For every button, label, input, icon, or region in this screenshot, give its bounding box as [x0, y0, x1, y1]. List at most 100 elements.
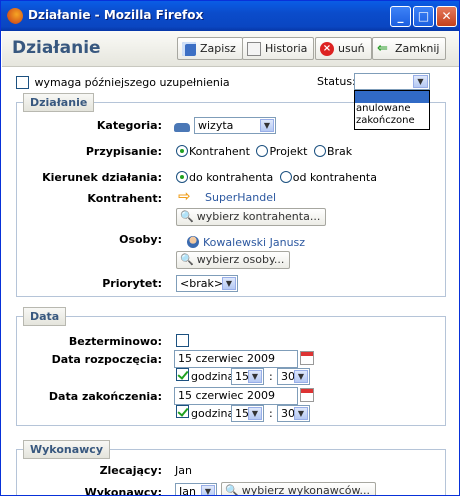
- osoby-link[interactable]: Kowalewski Janusz: [203, 236, 305, 249]
- arrow-right-icon: ⇨: [178, 187, 191, 205]
- wykonawcy-select[interactable]: Jan ▼: [175, 483, 217, 496]
- title-bar: Działanie - Mozilla Firefox _ □ ✕: [1, 1, 459, 31]
- window-title: Działanie - Mozilla Firefox: [28, 8, 204, 22]
- przypisanie-radio-brak[interactable]: [313, 145, 326, 157]
- person-icon: [187, 236, 199, 248]
- firefox-icon: [7, 8, 23, 24]
- section-dzialanie-legend: Działanie: [23, 93, 95, 112]
- wykonawcy-label: Wykonawcy:: [84, 486, 162, 496]
- end-godzina-checkbox[interactable]: [176, 405, 189, 418]
- requires-completion-label: wymaga późniejszego uzupełnienia: [34, 75, 230, 89]
- save-icon: [182, 41, 196, 56]
- chevron-down-icon[interactable]: ▼: [222, 277, 236, 290]
- status-option-cancelled[interactable]: anulowane: [355, 103, 429, 115]
- history-button-label: Historia: [265, 42, 308, 55]
- browser-window: Działanie - Mozilla Firefox _ □ ✕ Działa…: [0, 0, 460, 496]
- przypisanie-option-label: Projekt: [269, 144, 308, 158]
- chevron-down-icon[interactable]: ▼: [201, 485, 215, 495]
- chevron-down-icon[interactable]: ▼: [248, 370, 262, 383]
- zlecajacy-label: Zlecający:: [99, 464, 162, 477]
- kierunek-radio-do[interactable]: [176, 171, 188, 183]
- start-minute-value: 30: [281, 370, 295, 383]
- choose-kontrahent-label: wybierz kontrahenta...: [196, 210, 321, 223]
- delete-icon: ×: [320, 41, 334, 56]
- car-icon: [174, 123, 190, 132]
- search-icon: 🔍: [225, 484, 239, 496]
- status-dropdown-list: anulowane zakończone: [354, 90, 430, 130]
- search-icon: 🔍: [180, 210, 194, 223]
- start-godzina-checkbox[interactable]: [176, 368, 189, 381]
- end-hour-select[interactable]: 15 ▼: [231, 405, 264, 422]
- calendar-icon[interactable]: [300, 388, 314, 402]
- przypisanie-radio-kontrahent[interactable]: [176, 145, 188, 157]
- delete-button[interactable]: × usuń: [315, 37, 372, 60]
- kierunek-option-label: do kontrahenta: [189, 170, 274, 184]
- end-hour-value: 15: [235, 407, 249, 420]
- requires-completion-checkbox[interactable]: [16, 75, 29, 89]
- chevron-down-icon[interactable]: ▼: [294, 407, 308, 420]
- przypisanie-radio-group: Kontrahent Projekt Brak: [176, 144, 355, 158]
- priorytet-value: <brak>: [180, 277, 224, 290]
- requires-completion-row: wymaga późniejszego uzupełnienia: [16, 75, 230, 89]
- section-dzialanie: Działanie Kategoria: wizyta ▼ Przypisani…: [16, 93, 446, 297]
- kontrahent-label: Kontrahent:: [87, 192, 162, 205]
- end-minute-select[interactable]: 30 ▼: [277, 405, 310, 422]
- choose-osoby-label: wybierz osoby...: [196, 253, 285, 266]
- save-button-label: Zapisz: [200, 42, 236, 55]
- bezterminowo-label: Bezterminowo:: [68, 335, 162, 348]
- kategoria-value: wizyta: [198, 119, 234, 132]
- przypisanie-radio-projekt[interactable]: [256, 145, 269, 157]
- end-minute-value: 30: [281, 407, 295, 420]
- kategoria-label: Kategoria:: [96, 119, 162, 132]
- przypisanie-option-label: Brak: [326, 144, 353, 158]
- calendar-icon[interactable]: [300, 351, 314, 365]
- close-window-button[interactable]: ✕: [436, 6, 457, 27]
- kierunek-label: Kierunek działania:: [42, 171, 162, 184]
- kierunek-radio-od[interactable]: [279, 171, 292, 183]
- close-button[interactable]: ⇐ Zamknij: [372, 37, 447, 60]
- start-hour-value: 15: [235, 370, 249, 383]
- chevron-down-icon[interactable]: ▼: [294, 370, 308, 383]
- status-option-blank[interactable]: [355, 91, 429, 103]
- maximize-button[interactable]: □: [413, 6, 434, 27]
- section-wykonawcy: Wykonawcy Zlecający: Jan Wykonawcy: Jan …: [16, 440, 446, 496]
- time-separator: :: [269, 370, 273, 383]
- delete-button-label: usuń: [338, 42, 365, 55]
- choose-kontrahent-button[interactable]: 🔍 wybierz kontrahenta...: [176, 208, 327, 226]
- chevron-down-icon[interactable]: ▼: [248, 407, 262, 420]
- kategoria-select[interactable]: wizyta ▼: [194, 117, 276, 134]
- section-data: Data Bezterminowo: Data rozpoczęcia: 15 …: [16, 307, 446, 426]
- choose-wykonawcy-button[interactable]: 🔍 wybierz wykonawców...: [221, 482, 376, 496]
- close-button-label: Zamknij: [395, 42, 440, 55]
- zlecajacy-value: Jan: [175, 464, 192, 477]
- history-button[interactable]: Historia: [242, 37, 315, 60]
- history-icon: [247, 41, 261, 56]
- start-date-label: Data rozpoczęcia:: [51, 353, 162, 366]
- page-title: Działanie: [12, 38, 101, 58]
- chevron-down-icon[interactable]: ▼: [260, 119, 274, 132]
- save-button[interactable]: Zapisz: [177, 37, 243, 60]
- minimize-button[interactable]: _: [390, 6, 411, 27]
- przypisanie-label: Przypisanie:: [85, 145, 162, 158]
- osoby-label: Osoby:: [119, 233, 162, 246]
- kierunek-radio-group: do kontrahenta od kontrahenta: [176, 170, 380, 184]
- section-wykonawcy-legend: Wykonawcy: [23, 440, 110, 459]
- choose-wykonawcy-label: wybierz wykonawców...: [241, 484, 370, 496]
- start-minute-select[interactable]: 30 ▼: [277, 368, 310, 385]
- kontrahent-link[interactable]: SuperHandel: [205, 191, 276, 204]
- kierunek-option-label: od kontrahenta: [292, 170, 377, 184]
- start-hour-select[interactable]: 15 ▼: [231, 368, 264, 385]
- status-select[interactable]: ▼: [354, 73, 430, 90]
- priorytet-select[interactable]: <brak> ▼: [176, 275, 238, 292]
- end-date-input[interactable]: 15 czerwiec 2009: [174, 387, 298, 405]
- chevron-down-icon[interactable]: ▼: [413, 75, 428, 88]
- end-godzina-label: godzina: [191, 407, 235, 420]
- status-option-completed[interactable]: zakończone: [355, 115, 429, 127]
- wykonawcy-value: Jan: [179, 485, 196, 496]
- bezterminowo-checkbox[interactable]: [176, 334, 189, 347]
- page-header: Działanie Zapisz Historia × usuń ⇐ Zamkn…: [2, 31, 459, 67]
- form-content: wymaga późniejszego uzupełnienia Status:…: [2, 68, 459, 496]
- choose-osoby-button[interactable]: 🔍 wybierz osoby...: [176, 251, 291, 269]
- start-date-input[interactable]: 15 czerwiec 2009: [174, 350, 298, 368]
- search-icon: 🔍: [180, 253, 194, 266]
